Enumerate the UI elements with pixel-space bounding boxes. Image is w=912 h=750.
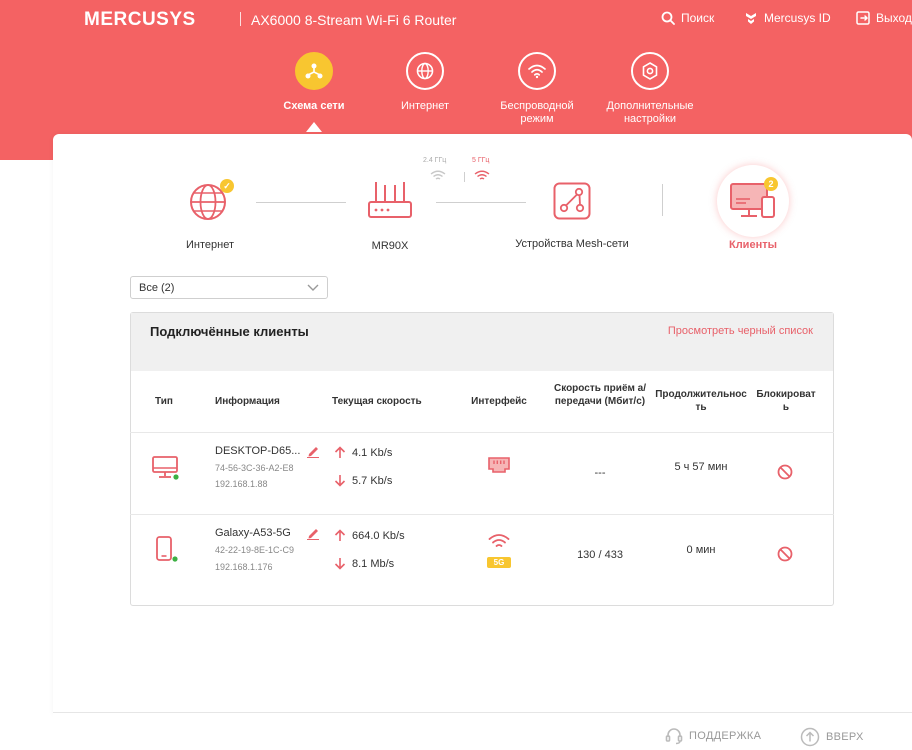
- block-icon[interactable]: [777, 464, 793, 480]
- arrow-up-icon: [334, 529, 346, 541]
- col-rate: Скорость приём а/передачи (Мбит/с): [553, 383, 647, 407]
- arrow-down-icon: [334, 475, 346, 487]
- logout-label: Выход: [876, 11, 912, 25]
- device-mac: 42-22-19-8E-1C-C9: [215, 545, 295, 555]
- view-blacklist-link[interactable]: Просмотреть черный список: [668, 325, 813, 337]
- link-line: [256, 202, 346, 203]
- device-ip: 192.168.1.88: [215, 479, 268, 489]
- ethernet-icon: [488, 457, 510, 473]
- col-block: Блокировать: [756, 389, 816, 413]
- nav-internet[interactable]: Интернет: [375, 52, 475, 113]
- topology-icon: [305, 63, 323, 79]
- topology-divider: [662, 184, 663, 216]
- logout-icon: [856, 11, 870, 25]
- support-label: ПОДДЕРЖКА: [689, 730, 762, 742]
- phone-icon: [156, 536, 178, 562]
- active-nav-indicator: [306, 122, 322, 132]
- device-name: DESKTOP-D65...: [215, 445, 301, 457]
- wifi-5-icon: [474, 170, 490, 180]
- mesh-icon: [553, 182, 591, 220]
- col-info: Информация: [215, 396, 280, 407]
- id-icon: [746, 13, 756, 24]
- nav-advanced[interactable]: Дополнительные настройки: [600, 52, 700, 126]
- topology-internet-label: Интернет: [186, 239, 234, 251]
- col-interface: Интерфейс: [471, 396, 527, 407]
- device-mac: 74-56-3C-36-A2-E8: [215, 463, 294, 473]
- filter-value: Все (2): [139, 282, 175, 294]
- arrow-up-circle-icon: [800, 727, 820, 747]
- row-divider: [130, 514, 834, 515]
- chevron-down-icon: [307, 284, 319, 291]
- search-label: Поиск: [681, 11, 715, 25]
- nav-wireless[interactable]: Беспроводной режим: [487, 52, 587, 126]
- band-divider: [464, 172, 465, 182]
- topology-mesh-label: Устройства Mesh-сети: [515, 238, 629, 250]
- brand-logo: MERCUSYS: [84, 9, 196, 30]
- support-link[interactable]: ПОДДЕРЖКА: [665, 727, 761, 745]
- duration-value: 5 ч 57 мин: [674, 461, 728, 473]
- nav-label: Беспроводной режим: [500, 100, 574, 125]
- band-badge: 5G: [487, 557, 511, 568]
- topology-clients[interactable]: Клиенты: [713, 165, 793, 251]
- logout-link[interactable]: Выход: [856, 11, 912, 25]
- globe-icon: [416, 62, 434, 80]
- topology-internet[interactable]: Интернет: [170, 178, 250, 251]
- wifi-24-icon: [430, 170, 446, 180]
- clients-filter-select[interactable]: Все (2): [130, 276, 328, 299]
- top-bar: MERCUSYS AX6000 8-Stream Wi-Fi 6 Router …: [0, 0, 912, 40]
- upload-speed: 664.0 Kb/s: [334, 529, 405, 542]
- mercusys-id-link[interactable]: Mercusys ID: [744, 11, 831, 25]
- router-icon: [368, 182, 412, 218]
- footer: ПОДДЕРЖКА ВВЕРХ: [53, 712, 912, 750]
- settings-icon: [642, 62, 658, 80]
- search-icon: [661, 11, 675, 25]
- upload-speed: 4.1 Kb/s: [334, 446, 392, 459]
- col-speed: Текущая скорость: [332, 396, 422, 407]
- download-speed: 8.1 Mb/s: [334, 557, 394, 570]
- back-to-top-link[interactable]: ВВЕРХ: [800, 727, 864, 747]
- download-speed: 5.7 Kb/s: [334, 474, 392, 487]
- duration-value: 0 мин: [686, 544, 716, 556]
- arrow-down-icon: [334, 558, 346, 570]
- desktop-icon: [152, 456, 179, 480]
- wifi-icon: [528, 64, 546, 79]
- band-5-label: 5 ГГц: [472, 157, 490, 164]
- back-to-top-label: ВВЕРХ: [826, 731, 864, 743]
- nav-network-map[interactable]: Схема сети: [264, 52, 364, 113]
- nav-label: Интернет: [401, 100, 449, 112]
- wifi-icon: [488, 534, 510, 547]
- clients-count-badge: 2: [764, 177, 778, 191]
- clients-card-title: Подключённые клиенты: [150, 324, 309, 339]
- topology-router-label: MR90X: [371, 240, 409, 252]
- mercusys-id-label: Mercusys ID: [764, 11, 831, 25]
- rate-value: ---: [594, 467, 606, 479]
- device-ip: 192.168.1.176: [215, 562, 273, 572]
- rate-value: 130 / 433: [577, 549, 623, 561]
- router-model: AX6000 8-Stream Wi-Fi 6 Router: [251, 12, 457, 28]
- topology-router[interactable]: MR90X: [352, 180, 428, 252]
- topology-mesh[interactable]: Устройства Mesh-сети: [507, 182, 637, 250]
- nav-label: Дополнительные настройки: [606, 100, 694, 125]
- check-icon: ✓: [220, 179, 234, 193]
- nav-label: Схема сети: [283, 100, 345, 112]
- arrow-up-icon: [334, 446, 346, 458]
- headset-icon: [665, 728, 683, 745]
- block-icon[interactable]: [777, 546, 793, 562]
- edit-icon[interactable]: [306, 444, 320, 458]
- search-link[interactable]: Поиск: [661, 11, 714, 25]
- col-duration: Продолжительность: [655, 389, 747, 413]
- col-type: Тип: [155, 396, 173, 407]
- logo-divider: [240, 12, 241, 26]
- band-24-label: 2.4 ГГц: [423, 157, 447, 164]
- clients-card-header: Подключённые клиенты Просмотреть черный …: [131, 313, 833, 371]
- row-divider: [130, 432, 834, 433]
- edit-icon[interactable]: [306, 526, 320, 540]
- topology-clients-label: Клиенты: [728, 239, 777, 251]
- device-name: Galaxy-A53-5G: [215, 527, 291, 539]
